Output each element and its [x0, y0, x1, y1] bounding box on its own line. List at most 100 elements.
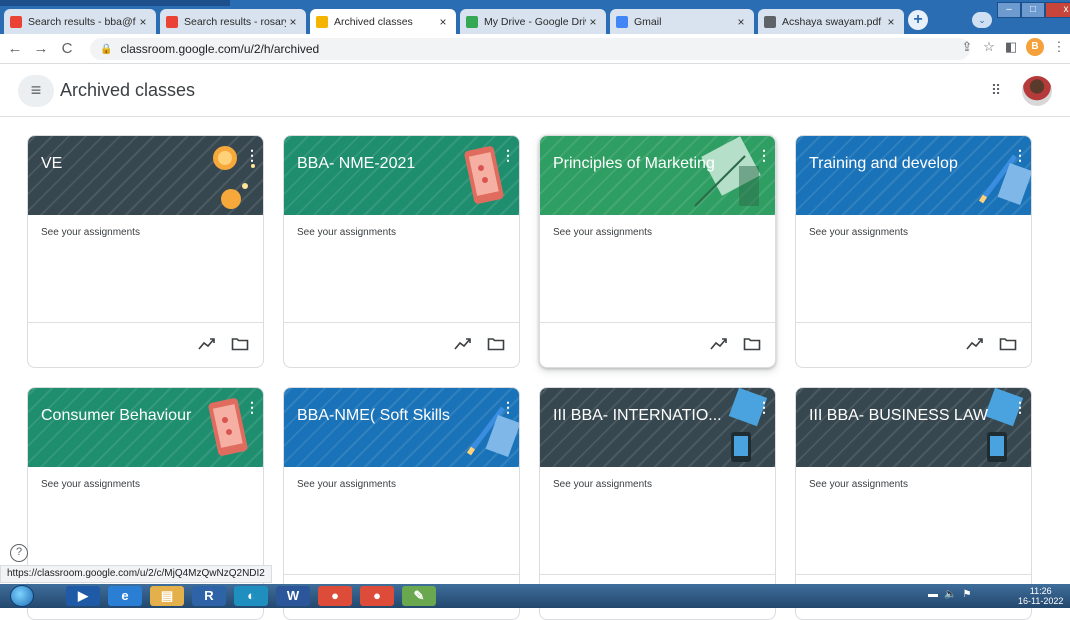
back-button[interactable]: ← [4, 40, 26, 57]
profile-avatar[interactable]: B [1026, 38, 1044, 56]
see-assignments-link[interactable]: See your assignments [297, 479, 396, 490]
class-title-link[interactable]: III BBA- INTERNATIO... [553, 407, 745, 425]
taskbar-word-icon[interactable]: W [276, 586, 310, 606]
class-card-banner[interactable]: BBA-NME( Soft Skills ⋮ [284, 388, 519, 467]
reload-button[interactable]: C [56, 40, 78, 57]
folder-icon[interactable] [487, 337, 505, 351]
class-options-icon[interactable]: ⋮ [1013, 148, 1027, 162]
tab-close-icon[interactable]: × [286, 15, 300, 29]
new-tab-button[interactable]: + [908, 10, 928, 30]
class-card[interactable]: Principles of Marketing ⋮ See your assignm… [539, 135, 776, 368]
class-options-icon[interactable]: ⋮ [501, 400, 515, 414]
class-options-icon[interactable]: ⋮ [501, 148, 515, 162]
class-title-link[interactable]: VE [41, 155, 233, 173]
taskbar-media-player-icon[interactable]: ▶ [66, 586, 100, 606]
side-panel-icon[interactable]: ◧ [1000, 39, 1022, 55]
drive-icon [466, 15, 478, 28]
page-title: Archived classes [60, 80, 196, 100]
classroom-icon [316, 15, 328, 28]
see-assignments-link[interactable]: See your assignments [297, 227, 396, 238]
taskbar-file-explorer-icon[interactable]: ▤ [150, 586, 184, 606]
class-options-icon[interactable]: ⋮ [245, 400, 259, 414]
tab-title: Search results - rosaryi [184, 15, 286, 28]
bookmark-star-icon[interactable]: ☆ [978, 39, 1000, 55]
class-card-banner[interactable]: Principles of Marketing ⋮ [540, 136, 775, 215]
class-title-link[interactable]: Consumer Behaviour [41, 407, 233, 425]
see-assignments-link[interactable]: See your assignments [41, 227, 140, 238]
class-card[interactable]: Training and develop ⋮ See your assignment… [795, 135, 1032, 368]
class-card[interactable]: BBA- NME-2021 ⋮ See your assignments [283, 135, 520, 368]
minimize-button[interactable]: – [997, 2, 1021, 18]
tab-close-icon[interactable]: × [884, 15, 898, 29]
url-text: classroom.google.com/u/2/h/archived [120, 42, 320, 56]
clock-time: 11:26 [1029, 586, 1052, 596]
class-card[interactable]: VE ⋮ See your assignments [27, 135, 264, 368]
folder-icon[interactable] [743, 337, 761, 351]
tray-network-icon[interactable]: ▬ [928, 589, 938, 600]
class-card-banner[interactable]: BBA- NME-2021 ⋮ [284, 136, 519, 215]
tab-title: Gmail [634, 15, 662, 28]
address-bar[interactable]: 🔒 classroom.google.com/u/2/h/archived [90, 38, 970, 60]
browser-tab[interactable]: Search results - rosaryi × [160, 9, 306, 34]
help-icon[interactable]: ? [10, 544, 28, 562]
forward-button[interactable]: → [30, 40, 52, 57]
start-button[interactable] [10, 585, 34, 607]
main-menu-button[interactable]: ≡ [18, 75, 54, 107]
see-assignments-link[interactable]: See your assignments [553, 227, 652, 238]
folder-icon[interactable] [231, 337, 249, 351]
taskbar-edge-icon[interactable]: ◐ [234, 586, 268, 606]
class-card-banner[interactable]: III BBA- INTERNATIO... ⋮ [540, 388, 775, 467]
tray-volume-icon[interactable]: 🔈 [944, 589, 956, 600]
class-title-link[interactable]: BBA-NME( Soft Skills [297, 407, 489, 425]
taskbar-paint-icon[interactable]: ✎ [402, 586, 436, 606]
class-options-icon[interactable]: ⋮ [757, 148, 771, 162]
trending-icon[interactable] [454, 337, 472, 351]
trending-icon[interactable] [198, 337, 216, 351]
browser-menu-icon[interactable]: ⋮ [1048, 39, 1070, 55]
share-icon[interactable]: ⇪ [956, 39, 978, 55]
maximize-button[interactable]: □ [1021, 2, 1045, 18]
tab-close-icon[interactable]: × [586, 15, 600, 29]
app-header: ≡ Archived classes ⠿ [0, 65, 1070, 117]
see-assignments-link[interactable]: See your assignments [553, 479, 652, 490]
class-title-link[interactable]: Principles of Marketing [553, 155, 745, 173]
tray-flag-icon[interactable]: ⚑ [962, 589, 971, 600]
user-avatar[interactable] [1022, 76, 1052, 106]
window-controls: – □ x [997, 2, 1070, 18]
class-options-icon[interactable]: ⋮ [1013, 400, 1027, 414]
class-options-icon[interactable]: ⋮ [757, 400, 771, 414]
browser-tab[interactable]: Acshaya swayam.pdf × [758, 9, 904, 34]
trending-icon[interactable] [710, 337, 728, 351]
taskbar-chrome-icon[interactable]: ● [318, 586, 352, 606]
class-title-link[interactable]: BBA- NME-2021 [297, 155, 489, 173]
gmail-icon [166, 15, 178, 28]
browser-tab[interactable]: Archived classes × [310, 9, 456, 34]
tab-close-icon[interactable]: × [734, 15, 748, 29]
tab-search-button[interactable]: ⌄ [972, 12, 992, 28]
browser-tab[interactable]: Search results - bba@f × [4, 9, 156, 34]
trending-icon[interactable] [966, 337, 984, 351]
see-assignments-link[interactable]: See your assignments [809, 479, 908, 490]
tab-close-icon[interactable]: × [436, 15, 450, 29]
class-card-banner[interactable]: Training and develop ⋮ [796, 136, 1031, 215]
taskbar-clock[interactable]: 11:26 16-11-2022 [1018, 586, 1063, 606]
class-options-icon[interactable]: ⋮ [245, 148, 259, 162]
tab-close-icon[interactable]: × [136, 15, 150, 29]
class-card-banner[interactable]: III BBA- BUSINESS LAW ⋮ [796, 388, 1031, 467]
folder-icon[interactable] [999, 337, 1017, 351]
class-card-banner[interactable]: Consumer Behaviour ⋮ [28, 388, 263, 467]
class-card-footer [28, 322, 263, 367]
close-window-button[interactable]: x [1045, 2, 1070, 18]
class-title-link[interactable]: Training and develop [809, 155, 1001, 173]
class-card-footer [540, 322, 775, 367]
google-apps-icon[interactable]: ⠿ [988, 83, 1004, 99]
taskbar-R[interactable]: R [192, 586, 226, 606]
browser-tab[interactable]: My Drive - Google Driv × [460, 9, 606, 34]
see-assignments-link[interactable]: See your assignments [809, 227, 908, 238]
class-title-link[interactable]: III BBA- BUSINESS LAW [809, 407, 1001, 425]
class-card-banner[interactable]: VE ⋮ [28, 136, 263, 215]
taskbar-ie-icon[interactable]: e [108, 586, 142, 606]
see-assignments-link[interactable]: See your assignments [41, 479, 140, 490]
taskbar-chrome-icon[interactable]: ● [360, 586, 394, 606]
browser-tab[interactable]: Gmail × [610, 9, 754, 34]
